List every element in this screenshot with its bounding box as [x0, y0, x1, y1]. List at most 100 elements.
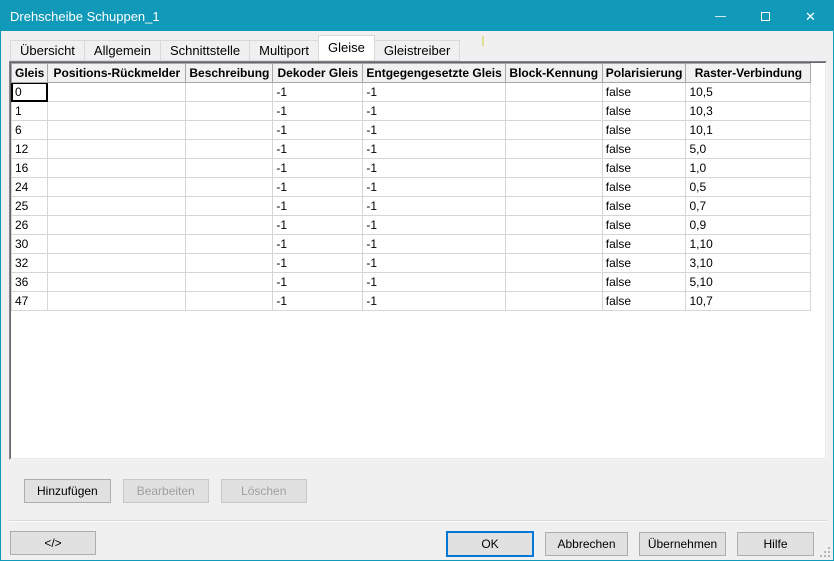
tab-schnittstelle[interactable]: Schnittstelle	[161, 40, 250, 61]
abbrechen-button[interactable]: Abbrechen	[545, 532, 628, 556]
cell[interactable]	[505, 178, 602, 197]
cell[interactable]: false	[602, 273, 686, 292]
cell[interactable]	[48, 216, 186, 235]
cell[interactable]: -1	[363, 273, 505, 292]
bearbeiten-button[interactable]: Bearbeiten	[123, 479, 209, 503]
tab-gleise[interactable]: Gleise	[318, 35, 375, 61]
cell[interactable]: -1	[273, 102, 363, 121]
cell[interactable]: 0,7	[686, 197, 811, 216]
cell[interactable]	[505, 254, 602, 273]
cell[interactable]: 1,10	[686, 235, 811, 254]
cell[interactable]	[505, 216, 602, 235]
column-header-beschreibung[interactable]: Beschreibung	[186, 64, 273, 83]
cell[interactable]	[505, 273, 602, 292]
cell[interactable]	[186, 83, 273, 102]
cell[interactable]: -1	[363, 140, 505, 159]
tab-allgemein[interactable]: Allgemein	[85, 40, 161, 61]
cell[interactable]: false	[602, 197, 686, 216]
cell[interactable]: false	[602, 159, 686, 178]
ubernehmen-button[interactable]: Übernehmen	[639, 532, 726, 556]
cell[interactable]: -1	[273, 292, 363, 311]
cell[interactable]: -1	[363, 292, 505, 311]
cell[interactable]	[186, 121, 273, 140]
cell[interactable]	[186, 292, 273, 311]
cell[interactable]: false	[602, 292, 686, 311]
cell[interactable]: -1	[363, 254, 505, 273]
column-header-gleis[interactable]: Gleis	[12, 64, 48, 83]
cell[interactable]	[186, 273, 273, 292]
cell[interactable]: 12	[12, 140, 48, 159]
cell[interactable]: 47	[12, 292, 48, 311]
resize-grip[interactable]	[820, 547, 830, 557]
hilfe-button[interactable]: Hilfe	[737, 532, 814, 556]
cell[interactable]: -1	[273, 273, 363, 292]
tab-gleistreiber[interactable]: Gleistreiber	[375, 40, 460, 61]
cell[interactable]: 1	[12, 102, 48, 121]
cell[interactable]: -1	[273, 235, 363, 254]
cell[interactable]: -1	[363, 178, 505, 197]
column-header-polarisierung[interactable]: Polarisierung	[602, 64, 686, 83]
cell[interactable]	[186, 235, 273, 254]
cell[interactable]	[505, 197, 602, 216]
ok-button[interactable]: OK	[446, 531, 534, 557]
cell[interactable]: 1,0	[686, 159, 811, 178]
cell[interactable]: 26	[12, 216, 48, 235]
cell[interactable]	[186, 159, 273, 178]
cell[interactable]: -1	[273, 216, 363, 235]
cell[interactable]: 36	[12, 273, 48, 292]
loschen-button[interactable]: Löschen	[221, 479, 307, 503]
column-header-raster-verbindung[interactable]: Raster-Verbindung	[686, 64, 811, 83]
minimize-button[interactable]	[698, 1, 743, 31]
cell[interactable]	[505, 140, 602, 159]
cell[interactable]: 5,0	[686, 140, 811, 159]
cell[interactable]: false	[602, 121, 686, 140]
cell[interactable]: false	[602, 254, 686, 273]
cell[interactable]: false	[602, 102, 686, 121]
cell[interactable]	[48, 159, 186, 178]
cell[interactable]: 6	[12, 121, 48, 140]
cell[interactable]: 3,10	[686, 254, 811, 273]
cell[interactable]	[48, 83, 186, 102]
cell[interactable]: -1	[273, 121, 363, 140]
cell[interactable]: 0,9	[686, 216, 811, 235]
cell[interactable]: 0,5	[686, 178, 811, 197]
cell[interactable]: 16	[12, 159, 48, 178]
cell[interactable]	[186, 102, 273, 121]
cell[interactable]: 0	[12, 83, 48, 102]
cell[interactable]	[186, 197, 273, 216]
cell[interactable]: false	[602, 178, 686, 197]
cell[interactable]: 10,3	[686, 102, 811, 121]
cell[interactable]: false	[602, 216, 686, 235]
cell[interactable]	[48, 254, 186, 273]
cell[interactable]: false	[602, 83, 686, 102]
column-header-block-kennung[interactable]: Block-Kennung	[505, 64, 602, 83]
cell[interactable]	[48, 197, 186, 216]
cell[interactable]	[48, 235, 186, 254]
cell[interactable]: 10,5	[686, 83, 811, 102]
maximize-button[interactable]	[743, 1, 788, 31]
cell[interactable]	[505, 121, 602, 140]
cell[interactable]: false	[602, 235, 686, 254]
cell[interactable]	[505, 235, 602, 254]
cell[interactable]	[505, 292, 602, 311]
cell[interactable]: false	[602, 140, 686, 159]
hinzufugen-button[interactable]: Hinzufügen	[24, 479, 111, 503]
column-header-dekoder-gleis[interactable]: Dekoder Gleis	[273, 64, 363, 83]
cell[interactable]: -1	[363, 102, 505, 121]
cell[interactable]	[48, 121, 186, 140]
cell[interactable]: -1	[363, 121, 505, 140]
cell[interactable]: 32	[12, 254, 48, 273]
cell[interactable]: -1	[273, 83, 363, 102]
cell[interactable]	[186, 178, 273, 197]
cell[interactable]	[505, 102, 602, 121]
cell[interactable]	[186, 216, 273, 235]
cell[interactable]	[48, 178, 186, 197]
cell[interactable]: -1	[273, 254, 363, 273]
code-view-button[interactable]: </>	[10, 531, 96, 555]
cell[interactable]: -1	[273, 140, 363, 159]
cell[interactable]	[48, 292, 186, 311]
column-header-entgegengesetzte-gleis[interactable]: Entgegengesetzte Gleis	[363, 64, 505, 83]
cell[interactable]: 24	[12, 178, 48, 197]
cell[interactable]	[186, 254, 273, 273]
cell[interactable]: -1	[363, 159, 505, 178]
